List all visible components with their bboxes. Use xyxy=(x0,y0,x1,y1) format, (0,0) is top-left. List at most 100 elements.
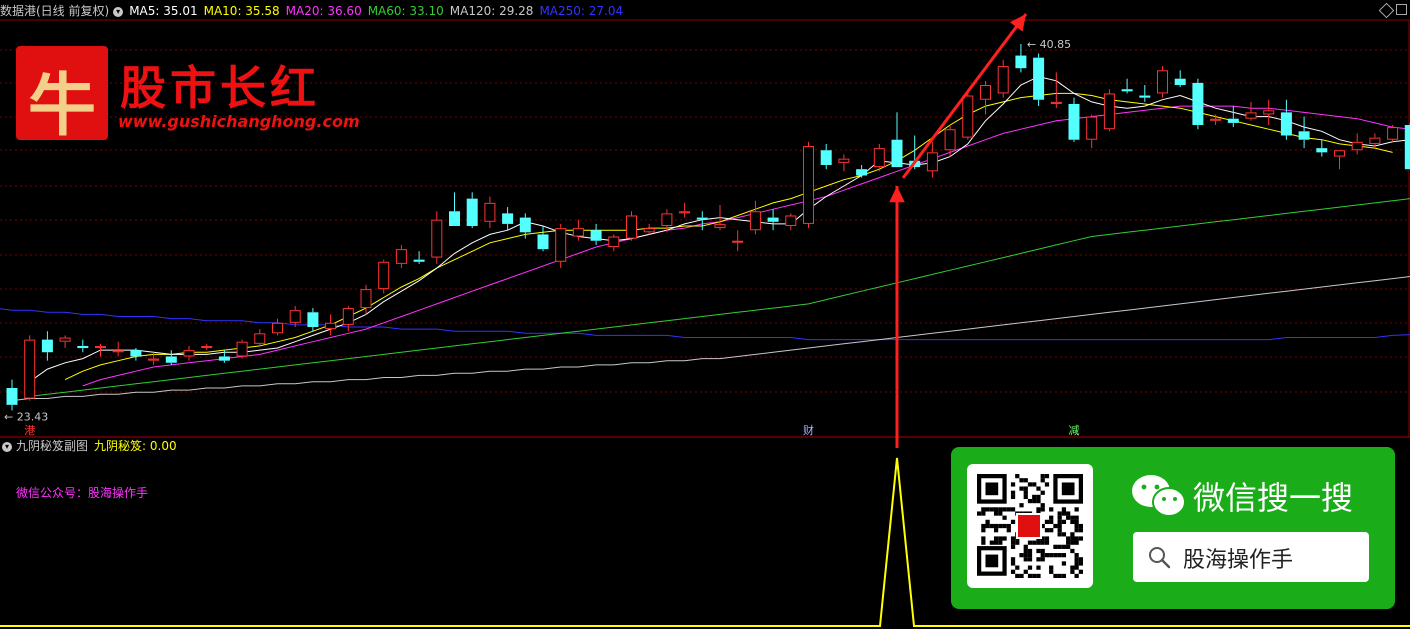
qr-module xyxy=(1010,482,1016,487)
candle-body-down xyxy=(1404,125,1410,170)
window-icon[interactable] xyxy=(1396,4,1407,15)
qr-module xyxy=(1036,548,1041,554)
candle-body-up xyxy=(325,322,337,330)
candle xyxy=(431,211,443,264)
chevron-down-icon[interactable]: ▾ xyxy=(113,6,124,17)
qr-module xyxy=(1066,540,1071,545)
candle xyxy=(289,305,301,327)
candle-body-up xyxy=(24,339,36,399)
qr-module xyxy=(1006,507,1011,512)
qr-module xyxy=(1010,536,1016,541)
ma-label: MA250: 27.04 xyxy=(539,4,624,18)
qr-module xyxy=(1049,507,1054,512)
candle-body-up xyxy=(962,95,974,138)
qr-module xyxy=(1036,507,1041,512)
candle xyxy=(1086,114,1098,149)
event-marker[interactable]: 港 xyxy=(24,424,35,437)
ma-label: MA120: 29.28 xyxy=(449,4,534,18)
chevron-down-icon[interactable]: ▾ xyxy=(2,441,12,452)
candle-body-up xyxy=(1369,137,1381,144)
qr-module xyxy=(1070,532,1075,537)
candle xyxy=(997,59,1009,98)
candle-body-up xyxy=(183,350,195,357)
qr-module xyxy=(1078,557,1083,562)
qr-module xyxy=(1019,486,1024,491)
qr-module xyxy=(1044,519,1050,524)
qr-module xyxy=(1019,503,1024,508)
qr-module xyxy=(1027,498,1033,504)
candle xyxy=(555,223,567,269)
event-marker[interactable]: 减 xyxy=(1069,424,1080,437)
qr-module xyxy=(1061,532,1067,537)
qr-module xyxy=(1057,528,1062,533)
qr-module xyxy=(1019,573,1024,578)
candle-body-down xyxy=(307,312,319,327)
candle-body-up xyxy=(1263,110,1275,115)
qr-module xyxy=(1049,519,1054,524)
qr-module xyxy=(1074,523,1079,529)
qr-module xyxy=(1061,573,1067,578)
qr-module xyxy=(1023,494,1028,500)
ma120-line xyxy=(11,276,1410,402)
candle-body-up xyxy=(980,85,991,100)
indicator-value: 九阴秘笈: 0.00 xyxy=(94,439,177,453)
candle-body-up xyxy=(873,148,885,168)
candle-body-up xyxy=(1210,118,1222,121)
qr-module xyxy=(1040,490,1045,495)
candle xyxy=(803,141,814,229)
qr-module xyxy=(1040,478,1045,483)
candle xyxy=(1068,97,1080,142)
candle-body-up xyxy=(1351,141,1363,151)
candle-body-up xyxy=(1086,116,1098,140)
candle-body-up xyxy=(643,228,655,233)
qr-module xyxy=(1057,511,1062,516)
candle-body-up xyxy=(997,66,1009,94)
candle-body-up xyxy=(572,228,584,237)
candle-body-down xyxy=(1033,57,1045,100)
qr-module xyxy=(1074,515,1079,520)
qr-module xyxy=(1061,544,1067,549)
qr-module xyxy=(1074,519,1079,524)
qr-module xyxy=(977,511,982,516)
qr-finder-core xyxy=(985,554,999,568)
qr-module xyxy=(1040,557,1045,562)
ma-legend: MA5: 35.01 MA10: 35.58 MA20: 36.60 MA60: 33… xyxy=(129,4,629,18)
qr-pattern xyxy=(977,474,1083,578)
qr-module xyxy=(1066,511,1071,516)
qr-module xyxy=(1032,494,1037,500)
low-price-label: ← 23.43 xyxy=(4,411,48,424)
qr-module xyxy=(1074,540,1079,545)
candle xyxy=(307,308,319,332)
qr-module xyxy=(1074,557,1079,562)
qr-module xyxy=(1053,573,1058,578)
candle xyxy=(891,112,903,168)
qr-module xyxy=(1044,528,1050,533)
qr-module xyxy=(1049,569,1054,574)
candle xyxy=(643,223,655,235)
candle-body-up xyxy=(289,310,301,323)
qr-module xyxy=(1027,482,1033,487)
candle xyxy=(59,335,71,349)
qr-module xyxy=(1032,482,1037,487)
qr-module xyxy=(1049,553,1054,558)
qr-module xyxy=(1040,474,1045,479)
qr-module xyxy=(1070,569,1075,574)
candle xyxy=(1387,125,1399,142)
candle-body-down xyxy=(1316,148,1328,153)
qr-module xyxy=(1002,515,1007,520)
qr-module xyxy=(985,519,990,524)
candle xyxy=(1157,66,1168,98)
candle-body-up xyxy=(803,146,814,224)
qr-module xyxy=(1057,515,1062,520)
qr-module xyxy=(1061,553,1067,558)
qr-module xyxy=(1040,507,1045,512)
candle xyxy=(926,141,938,178)
candle xyxy=(1280,99,1292,140)
candle-body-down xyxy=(1227,118,1239,123)
candle xyxy=(1139,85,1151,102)
qr-module xyxy=(985,507,990,512)
event-marker[interactable]: 财 xyxy=(803,423,814,437)
trend-arrow xyxy=(901,13,1028,179)
qr-module xyxy=(998,540,1003,545)
search-input[interactable]: 股海操作手 xyxy=(1133,532,1369,582)
